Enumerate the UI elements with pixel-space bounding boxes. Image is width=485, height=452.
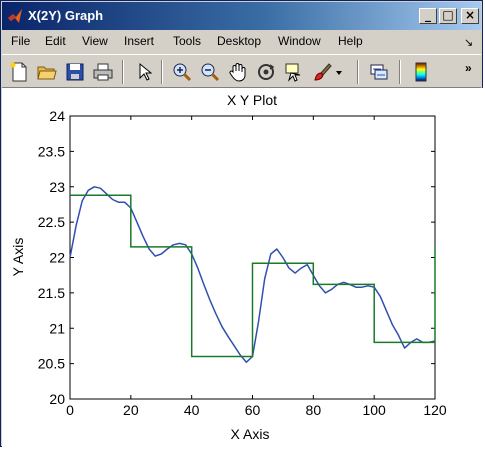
zoom-out-icon[interactable] [199, 61, 221, 83]
minimize-button[interactable]: _ [419, 8, 437, 24]
y-tick-label: 22 [49, 250, 65, 266]
matlab-logo-icon [8, 9, 22, 23]
maximize-button[interactable]: □ [439, 8, 457, 24]
x-tick-label: 40 [184, 402, 200, 418]
y-axis-label: Y Axis [10, 238, 26, 277]
menu-edit[interactable]: Edit [45, 34, 66, 48]
colorbar-icon[interactable] [410, 61, 432, 83]
y-tick-label: 20.5 [38, 356, 65, 372]
menu-tools[interactable]: Tools [173, 34, 201, 48]
menu-view[interactable]: View [82, 34, 108, 48]
pointer-icon[interactable] [133, 61, 155, 83]
x-tick-label: 100 [362, 402, 386, 418]
menu-help[interactable]: Help [338, 34, 363, 48]
figure-canvas: 20 20.5 21 21.5 22 22.5 23 23.5 24 0 20 40 60 80 100 1… [2, 88, 483, 447]
toolbar-separator [357, 60, 359, 84]
menu-overflow-arrow[interactable]: ↘ [464, 36, 473, 49]
plot-svg: 2020.52121.52222.52323.524 0 20 40 60 80 100 1… [10, 92, 447, 442]
y-tick-label: 24 [49, 108, 65, 124]
open-folder-icon[interactable] [36, 61, 58, 83]
y-tick-label: 23.5 [38, 143, 65, 159]
menu-insert[interactable]: Insert [124, 34, 154, 48]
link-plot-icon[interactable] [368, 61, 390, 83]
close-button[interactable]: × [461, 8, 479, 24]
y-tick-label: 21.5 [38, 285, 65, 301]
menu-desktop[interactable]: Desktop [217, 34, 261, 48]
toolbar-separator [122, 60, 124, 84]
plot-title: X Y Plot [227, 92, 277, 108]
title-bar[interactable]: X(2Y) Graph _ □ × [2, 2, 481, 30]
data-cursor-icon[interactable] [283, 61, 305, 83]
y-tick-label: 23 [49, 179, 65, 195]
rotate-3d-icon[interactable] [255, 61, 277, 83]
new-file-icon[interactable] [8, 61, 30, 83]
y-tick-label: 21 [49, 320, 65, 336]
window-title: X(2Y) Graph [28, 8, 104, 23]
x-tick-label: 0 [66, 402, 74, 418]
menu-file[interactable]: File [11, 34, 30, 48]
menu-window[interactable]: Window [278, 34, 321, 48]
print-icon[interactable] [92, 61, 114, 83]
x-axis-label: X Axis [231, 426, 270, 442]
save-icon[interactable] [64, 61, 86, 83]
y-tick-label: 20 [49, 391, 65, 407]
x-tick-label: 60 [245, 402, 261, 418]
brush-icon[interactable] [311, 61, 333, 83]
toolbar-separator [161, 60, 163, 84]
x-tick-label: 80 [306, 402, 322, 418]
toolbar-separator [399, 60, 401, 84]
zoom-in-icon[interactable] [171, 61, 193, 83]
pan-hand-icon[interactable] [227, 61, 249, 83]
x-tick-label: 20 [123, 402, 139, 418]
figure-toolbar: » [2, 54, 481, 88]
x-tick-label: 120 [423, 402, 447, 418]
menu-bar: File Edit View Insert Tools Desktop Wind… [2, 31, 481, 53]
toolbar-overflow-chevron[interactable]: » [465, 61, 472, 75]
figure-window: X(2Y) Graph _ □ × File Edit View Insert … [0, 0, 483, 447]
y-tick-label: 22.5 [38, 214, 65, 230]
dropdown-arrow-icon[interactable] [333, 61, 345, 83]
